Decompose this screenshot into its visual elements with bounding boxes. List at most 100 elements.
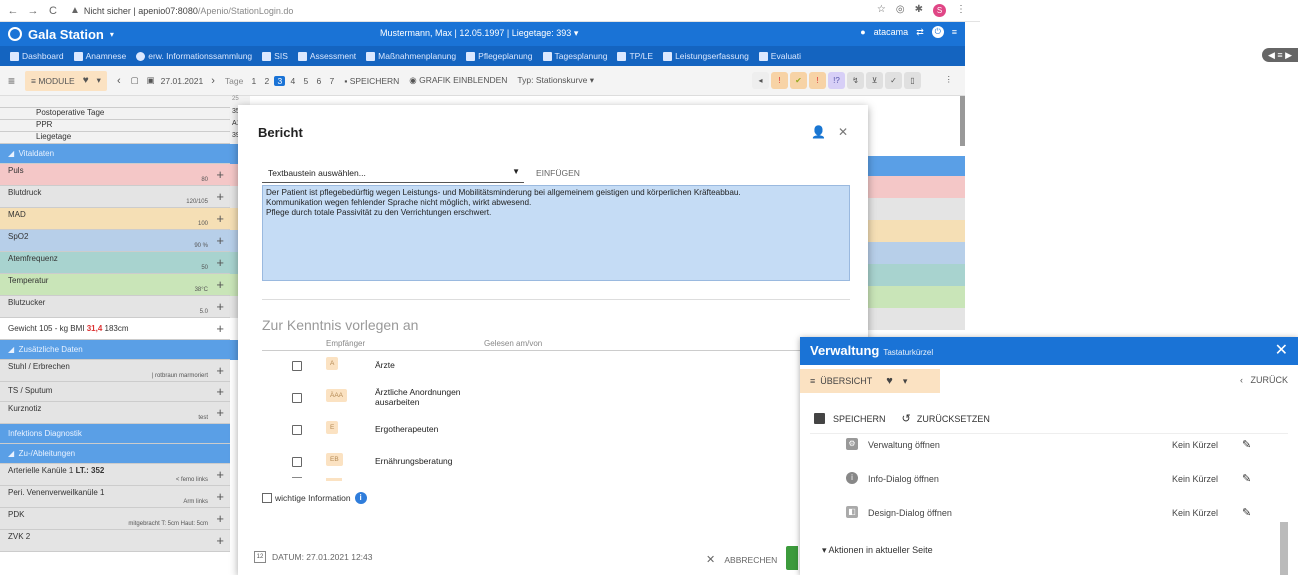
edit-icon[interactable]: ✎ (1242, 506, 1251, 519)
person-icon[interactable]: 👤 (811, 125, 826, 139)
add-icon[interactable]: + (216, 533, 224, 548)
report-textarea[interactable]: Der Patient ist pflegebedürftig wegen Le… (262, 185, 850, 281)
chip-alert[interactable]: ! (771, 72, 788, 89)
date-display[interactable]: 27.01.2021 (161, 76, 204, 86)
vertical-scrollbar[interactable] (960, 96, 965, 146)
row-zvk[interactable]: ZVK 2 + (0, 530, 230, 552)
chip-signature[interactable]: ↯ (847, 72, 864, 89)
recipient-row[interactable]: ÄAA Ärztliche Anordnungen ausarbeiten (262, 383, 850, 415)
show-graph-button[interactable]: ◉ GRAFIK EINBLENDEN (409, 75, 507, 86)
chip-check[interactable]: ✔ (790, 72, 807, 89)
section-vitaldaten[interactable]: ◢ Vitaldaten (0, 144, 230, 164)
nav-informationssammlung[interactable]: erw. Informationssammlung (136, 51, 252, 61)
user-name[interactable]: atacama (874, 27, 909, 37)
menu-icon[interactable]: ≡ (8, 74, 15, 88)
nav-dashboard[interactable]: Dashboard (10, 51, 64, 61)
back-icon[interactable]: ← (6, 5, 20, 17)
day-option-2[interactable]: 2 (261, 76, 272, 86)
chevron-right-icon[interactable]: › (211, 75, 215, 87)
power-icon[interactable]: ⏻ (931, 26, 944, 38)
nav-tagesplanung[interactable]: Tagesplanung (542, 51, 607, 61)
add-icon[interactable]: + (216, 489, 224, 504)
chip-document[interactable]: ▯ (904, 72, 921, 89)
patient-info[interactable]: Mustermann, Max | 12.05.1997 | Liegetage… (380, 28, 578, 39)
save-button[interactable]: ▪ SPEICHERN (344, 76, 399, 86)
recipient-row[interactable]: E Ergotherapeuten (262, 415, 850, 447)
extension-icon[interactable]: ◎ (896, 4, 905, 17)
textbaustein-select[interactable]: Textbaustein auswählen... ▼ (262, 161, 524, 183)
day-option-3[interactable]: 3 (274, 75, 286, 86)
chip-warning[interactable]: ! (809, 72, 826, 89)
app-title[interactable]: Gala Station (28, 27, 104, 42)
section-aktionen[interactable]: ▾ Aktionen in aktueller Seite (822, 545, 933, 556)
section-zusaetzliche-daten[interactable]: ◢ Zusätzliche Daten (0, 340, 230, 360)
nav-tp-le[interactable]: TP/LE (617, 51, 653, 61)
chevron-down-icon[interactable]: ▾ (110, 30, 114, 39)
recipient-checkbox[interactable] (292, 361, 302, 371)
day-option-6[interactable]: 6 (313, 76, 324, 86)
panel-scrollbar[interactable] (1280, 522, 1288, 575)
add-icon[interactable]: + (216, 467, 224, 482)
nav-sis[interactable]: SIS (262, 51, 288, 61)
add-icon[interactable]: + (216, 321, 224, 336)
close-icon[interactable]: ✕ (838, 125, 848, 139)
shortcut-row[interactable]: ◧ Design-Dialog öffnen Kein Kürzel ✎ (800, 497, 1298, 529)
row-puls[interactable]: Puls 80 + (0, 164, 230, 186)
info-icon[interactable]: i (354, 492, 367, 504)
close-icon[interactable]: ✕ (1275, 340, 1288, 360)
forward-icon[interactable]: → (26, 5, 40, 17)
row-stuhl[interactable]: Stuhl / Erbrechen | rotbraun marmoriert + (0, 360, 230, 382)
nav-assessment[interactable]: Assessment (297, 51, 356, 61)
add-icon[interactable]: + (216, 277, 224, 292)
row-temperatur[interactable]: Temperatur 38°C + (0, 274, 230, 296)
add-icon[interactable]: + (216, 189, 224, 204)
shortcut-row[interactable]: ⚙ Verwaltung öffnen Kein Kürzel ✎ (800, 429, 1298, 461)
add-icon[interactable]: + (216, 167, 224, 182)
cancel-button[interactable]: ✕ ABBRECHEN (706, 553, 777, 566)
more-icon[interactable]: ⋮ (945, 74, 954, 85)
save-button[interactable]: SPEICHERN (814, 413, 886, 424)
overview-button[interactable]: ≡ ÜBERSICHT ♥ ▾ (800, 369, 940, 393)
type-select[interactable]: Typ: Stationskurve ▾ (517, 75, 594, 86)
important-info-option[interactable]: wichtige Information i (262, 492, 367, 504)
calendar-icon[interactable]: ▢ (131, 75, 139, 86)
section-zu-ableitungen[interactable]: ◢ Zu-/Ableitungen (0, 444, 230, 464)
menu-icon[interactable]: ≡ (952, 27, 957, 37)
day-option-5[interactable]: 5 (300, 76, 311, 86)
add-icon[interactable]: + (216, 511, 224, 526)
recipient-checkbox[interactable] (292, 457, 302, 467)
browser-menu-icon[interactable]: ⋮ (956, 4, 966, 17)
row-spo2[interactable]: SpO2 90 % + (0, 230, 230, 252)
recipient-row[interactable]: EB Ernährungsberatung (262, 447, 850, 479)
row-arterielle-kanuele[interactable]: Arterielle Kanüle 1 LT.: 352 < femo links… (0, 464, 230, 486)
section-infektions-diagnostik[interactable]: Infektions Diagnostik (0, 424, 230, 444)
date-field[interactable]: 12 DATUM: 27.01.2021 12:43 (254, 551, 373, 563)
row-blutdruck[interactable]: Blutdruck 120/105 + (0, 186, 230, 208)
row-peri-venenverweilkanuele[interactable]: Peri. Venenverweilkanüle 1 Arm links + (0, 486, 230, 508)
row-atemfrequenz[interactable]: Atemfrequenz 50 + (0, 252, 230, 274)
address-bar[interactable]: Nicht sicher | apenio07:8080/Apenio/Stat… (84, 6, 294, 16)
confirm-button[interactable] (786, 546, 798, 570)
row-mad[interactable]: MAD 100 + (0, 208, 230, 230)
row-blutzucker[interactable]: Blutzucker 5.0 + (0, 296, 230, 318)
edit-icon[interactable]: ✎ (1242, 472, 1251, 485)
row-pdk[interactable]: PDK mitgebracht T: 5cm Haut: 5cm + (0, 508, 230, 530)
back-button[interactable]: ‹ ZURÜCK (1240, 375, 1288, 385)
row-ts-sputum[interactable]: TS / Sputum + (0, 382, 230, 402)
important-checkbox[interactable] (262, 493, 272, 503)
add-icon[interactable]: + (216, 384, 224, 399)
swap-icon[interactable]: ⇄ (916, 27, 924, 38)
chip-left-arrow[interactable]: ◂ (752, 72, 769, 89)
add-icon[interactable]: + (216, 233, 224, 248)
chevron-left-icon[interactable]: ‹ (117, 75, 121, 87)
star-icon[interactable]: ☆ (877, 4, 886, 17)
calendar-today-icon[interactable]: ▣ (147, 75, 155, 86)
recipient-row[interactable]: A Ärzte (262, 351, 850, 383)
chip-tick[interactable]: ✓ (885, 72, 902, 89)
puzzle-icon[interactable]: ✱ (915, 4, 923, 17)
edit-icon[interactable]: ✎ (1242, 438, 1251, 451)
day-option-4[interactable]: 4 (287, 76, 298, 86)
row-kurznotiz[interactable]: Kurznotiz test + (0, 402, 230, 424)
row-gewicht[interactable]: Gewicht 105 - kg BMI 31,4 183cm + (0, 318, 230, 340)
nav-leistungserfassung[interactable]: Leistungserfassung (663, 51, 749, 61)
